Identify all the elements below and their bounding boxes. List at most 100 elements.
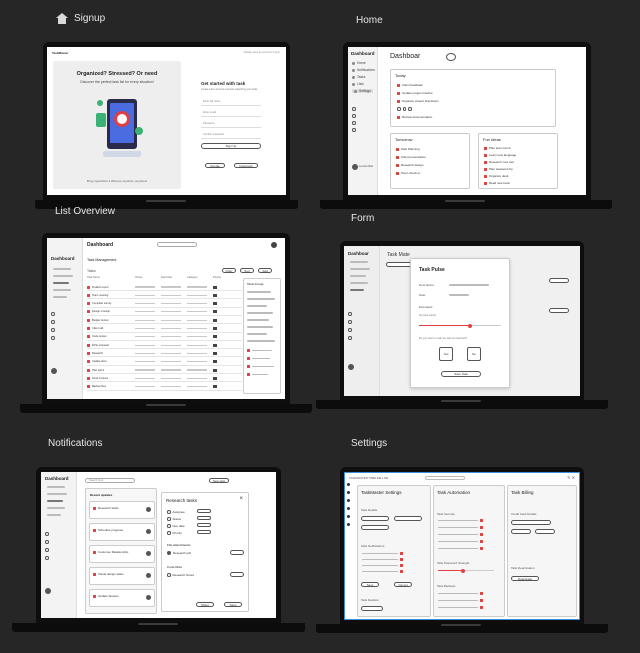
nav-tasks[interactable]: Tasks — [352, 75, 365, 79]
task-checkbox[interactable] — [87, 368, 90, 372]
detail-input[interactable] — [361, 525, 389, 530]
task-checkbox[interactable] — [87, 285, 90, 289]
task-checkbox[interactable] — [87, 318, 90, 322]
avatar[interactable] — [348, 364, 354, 370]
facebook-button[interactable]: Facebook — [234, 163, 258, 168]
row-action-icon[interactable] — [213, 327, 217, 330]
side-button[interactable] — [549, 308, 569, 313]
save-task-button[interactable]: Save Task — [441, 371, 481, 377]
table-row[interactable]: Client call — [87, 326, 242, 333]
nav-settings[interactable]: Settings — [352, 89, 373, 93]
table-row[interactable]: Write proposal — [87, 342, 242, 350]
row-action-icon[interactable] — [213, 293, 217, 297]
status-value[interactable] — [197, 516, 211, 520]
search-input[interactable]: Search here — [85, 478, 135, 483]
filter-button[interactable]: Filter — [222, 268, 236, 273]
column-header[interactable]: Priority — [213, 276, 233, 282]
search-input[interactable] — [157, 242, 197, 247]
search-input[interactable] — [425, 476, 465, 480]
detail-input[interactable] — [361, 516, 389, 521]
avatar[interactable] — [45, 588, 51, 594]
google-button[interactable]: Google — [205, 163, 225, 168]
form-tab[interactable] — [386, 262, 412, 267]
nav-extra-2[interactable] — [352, 114, 356, 118]
table-row[interactable]: Design mockup — [87, 309, 242, 316]
tomorrow-task[interactable]: Research design — [396, 163, 424, 167]
table-row[interactable]: Send invoices — [87, 375, 242, 383]
new-task-button[interactable]: New task — [209, 478, 229, 483]
column-header[interactable]: Due Date — [161, 276, 187, 282]
row-action-icon[interactable] — [213, 385, 217, 389]
task-checkbox[interactable] — [87, 335, 90, 339]
save-button[interactable]: Save — [224, 602, 242, 607]
card-input[interactable] — [535, 529, 555, 534]
side-button[interactable] — [549, 278, 569, 283]
no-option[interactable]: No — [467, 347, 481, 361]
row-action-icon[interactable] — [213, 335, 217, 339]
avatar[interactable] — [352, 164, 358, 170]
task-checkbox[interactable] — [87, 385, 90, 389]
table-row[interactable]: Code review — [87, 334, 242, 341]
idea-task[interactable]: Organize desk — [484, 174, 508, 178]
table-row[interactable]: Complete survey — [87, 301, 242, 308]
column-header[interactable]: Category — [187, 276, 213, 282]
card-input[interactable] — [511, 529, 531, 534]
row-action-icon[interactable] — [213, 318, 217, 322]
notification-item[interactable]: Research tasks — [89, 501, 155, 519]
today-task[interactable]: Update project timeline — [397, 91, 433, 95]
notification-item[interactable]: Visual design tasks — [89, 567, 155, 585]
table-row[interactable]: Finalize report — [87, 284, 242, 291]
slider-handle[interactable] — [467, 323, 472, 328]
table-row[interactable]: Backup files — [87, 384, 242, 391]
task-checkbox[interactable] — [87, 360, 90, 364]
task-checkbox[interactable] — [87, 302, 90, 306]
settings-window-icons[interactable]: ✎ ✕ — [567, 475, 575, 480]
password-field[interactable]: Password — [203, 122, 214, 125]
row-action-icon[interactable] — [213, 343, 217, 347]
card-input[interactable] — [511, 520, 551, 525]
row-action-icon[interactable] — [213, 368, 217, 372]
notification-item[interactable]: Schedule progress — [89, 523, 155, 541]
nav-extra-4[interactable] — [352, 128, 356, 132]
task-checkbox[interactable] — [87, 351, 90, 355]
idea-task[interactable]: Plan weekend trip — [484, 167, 513, 171]
notification-item[interactable]: Update Spaces — [89, 589, 155, 607]
avatar[interactable] — [51, 368, 57, 374]
row-action-icon[interactable] — [213, 360, 217, 364]
table-row[interactable]: Budget review — [87, 317, 242, 325]
row-action-icon[interactable] — [213, 310, 217, 314]
sort-button[interactable]: Sort — [240, 268, 254, 273]
share-button[interactable]: Share — [196, 602, 214, 607]
download-button[interactable] — [230, 550, 244, 555]
priority-value[interactable] — [197, 530, 211, 534]
table-row[interactable]: Plan sprint — [87, 367, 242, 374]
idea-task[interactable]: Learn new language — [484, 153, 516, 157]
task-checkbox[interactable] — [87, 376, 90, 380]
yes-option[interactable]: Yes — [439, 347, 453, 361]
tomorrow-task[interactable]: Client presentation — [396, 155, 426, 159]
cancel-button[interactable]: Cancel — [394, 582, 412, 587]
nav-extra-3[interactable] — [352, 121, 356, 125]
nav-lists[interactable]: Lists — [352, 82, 364, 86]
name-field[interactable]: Enter full name — [203, 100, 220, 103]
save-button[interactable]: Save — [361, 582, 379, 587]
task-checkbox[interactable] — [87, 310, 90, 314]
email-field[interactable]: Enter email — [203, 111, 216, 114]
due-value[interactable] — [197, 523, 211, 527]
add-button[interactable]: Add — [258, 268, 272, 273]
strength-handle[interactable] — [461, 568, 466, 573]
column-header[interactable]: Owner — [135, 276, 161, 282]
table-row[interactable]: Research — [87, 350, 242, 358]
idea-task[interactable]: Read new book — [484, 181, 510, 185]
open-button[interactable] — [230, 572, 244, 577]
avatar[interactable] — [271, 242, 277, 248]
signup-button[interactable]: Sign Up — [201, 143, 261, 149]
notification-item[interactable]: Customer Relationship — [89, 545, 155, 563]
today-task[interactable]: Client feedback — [397, 83, 423, 87]
row-action-icon[interactable] — [213, 376, 217, 380]
login-link[interactable]: Already have an account? Log in — [244, 51, 280, 54]
deactivate-button[interactable]: Deactivate — [511, 576, 539, 581]
today-task[interactable] — [397, 107, 412, 111]
detail-input[interactable] — [394, 516, 422, 521]
row-action-icon[interactable] — [213, 302, 217, 306]
